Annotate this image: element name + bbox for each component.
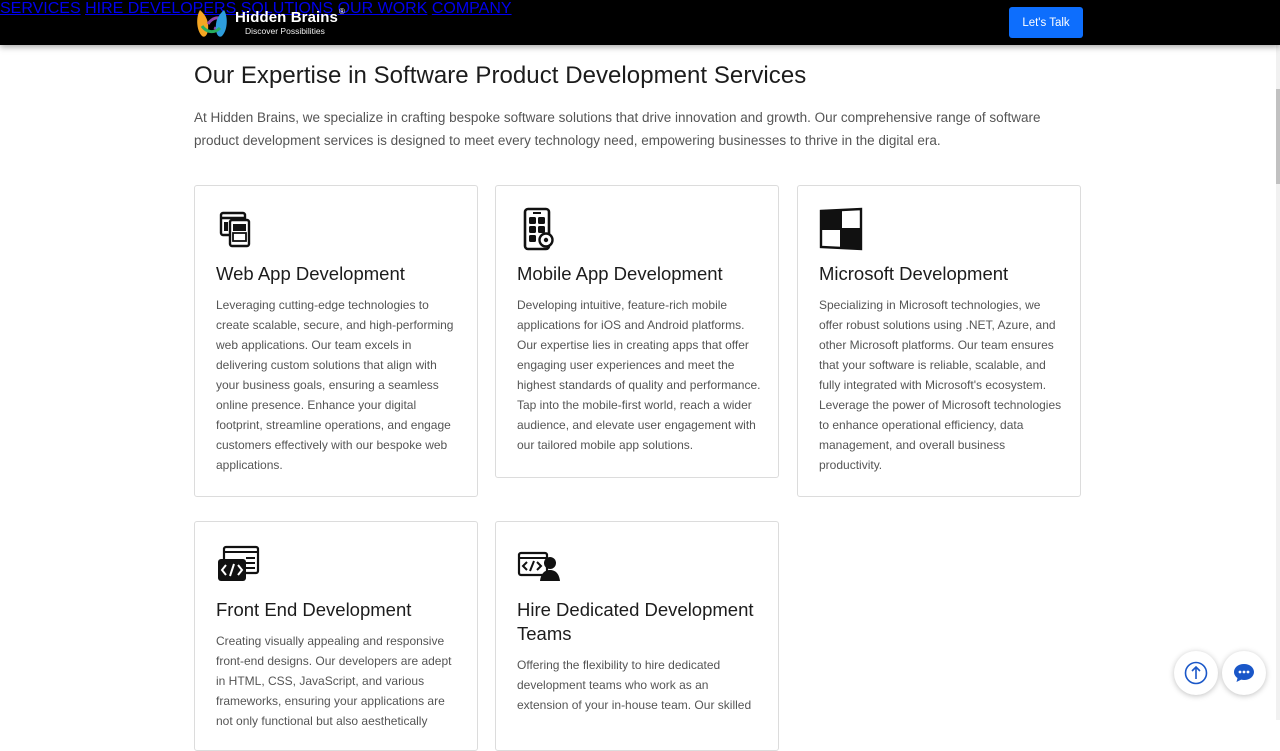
brand-logo[interactable]: Hidden Brains® Discover Possibilities [194, 6, 345, 40]
card-title: Microsoft Development [819, 263, 1009, 284]
section-title: Our Expertise in Software Product Develo… [194, 62, 807, 89]
nav-item-services[interactable]: SERVICES [0, 0, 81, 17]
section-intro: At Hidden Brains, we specialize in craft… [194, 110, 1041, 148]
card-description: Offering the flexibility to hire dedicat… [517, 658, 752, 712]
service-card-front-end[interactable]: Front End Development Creating visually … [194, 521, 478, 751]
site-header: Hidden Brains® Discover Possibilities SE… [0, 0, 1280, 45]
card-title: Mobile App Development [517, 263, 723, 284]
windows-icon [819, 207, 863, 251]
brand-name: Hidden Brains® [235, 7, 345, 27]
card-title: Front End Development [216, 599, 412, 620]
lets-talk-button[interactable]: Let's Talk [1009, 7, 1083, 38]
page-scrollbar[interactable] [1276, 45, 1280, 720]
card-description: Developing intuitive, feature-rich mobil… [517, 298, 761, 452]
brand-text: Hidden Brains® Discover Possibilities [235, 7, 345, 37]
service-card-dedicated-teams[interactable]: Hire Dedicated Development Teams Offerin… [495, 521, 779, 751]
chat-button[interactable] [1222, 651, 1266, 695]
card-title: Hire Dedicated Development Teams [517, 599, 754, 644]
scrollbar-thumb[interactable] [1276, 89, 1280, 184]
chat-icon [1234, 664, 1254, 682]
arrow-up-icon [1184, 661, 1208, 685]
scroll-to-top-button[interactable] [1174, 651, 1218, 695]
service-card-microsoft[interactable]: Microsoft Development Specializing in Mi… [797, 185, 1081, 497]
card-description: Leveraging cutting-edge technologies to … [216, 298, 454, 472]
card-title: Web App Development [216, 263, 405, 284]
brand-logo-icon [197, 10, 227, 37]
card-description: Creating visually appealing and responsi… [216, 634, 452, 728]
developer-team-icon [517, 551, 560, 581]
card-description: Specializing in Microsoft technologies, … [819, 298, 1062, 472]
nav-item-our-work[interactable]: OUR WORK [338, 0, 428, 17]
web-app-icon [219, 211, 251, 248]
brand-tagline: Discover Possibilities [245, 26, 325, 37]
service-card-mobile-app[interactable]: Mobile App Development Developing intuit… [495, 185, 779, 478]
service-card-web-app[interactable]: Web App Development Leveraging cutting-e… [194, 185, 478, 497]
mobile-app-icon [523, 207, 554, 251]
code-window-icon [218, 545, 260, 581]
nav-item-company[interactable]: COMPANY [432, 0, 512, 17]
